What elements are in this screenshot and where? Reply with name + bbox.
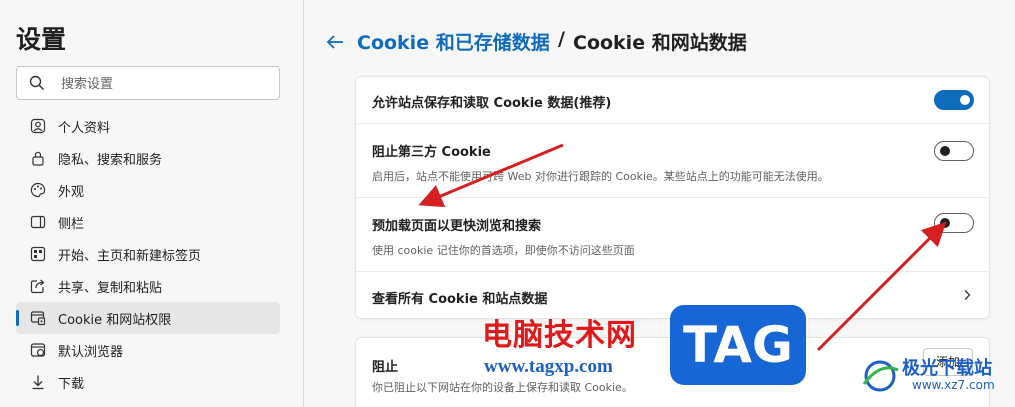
sidebar-item-label: 开始、主页和新建标签页 xyxy=(58,249,202,264)
setting-description: 启用后，站点不能使用可跨 Web 对你进行跟踪的 Cookie。某些站点上的功能… xyxy=(372,170,829,183)
sidebar-item-sidebar[interactable]: 侧栏 xyxy=(16,206,280,238)
search-icon xyxy=(29,75,45,91)
back-arrow-icon[interactable] xyxy=(325,32,345,52)
toggle-knob xyxy=(960,95,970,105)
sidebar-item-label: 外观 xyxy=(58,185,85,200)
sidebar-item-label: 隐私、搜索和服务 xyxy=(58,153,163,168)
sidebar-item-downloads[interactable]: 下载 xyxy=(16,366,280,398)
block-section-title: 阻止 xyxy=(372,360,399,375)
preload-pages-toggle[interactable] xyxy=(934,213,974,233)
sidebar-item-label: 默认浏览器 xyxy=(58,345,124,360)
sidebar-item-appearance[interactable]: 外观 xyxy=(16,174,280,206)
breadcrumb-link[interactable]: Cookie 和已存储数据 xyxy=(357,28,550,55)
setting-row-allow-cookies: 允许站点保存和读取 Cookie 数据(推荐) xyxy=(356,77,991,124)
setting-title: 允许站点保存和读取 Cookie 数据(推荐) xyxy=(372,96,612,111)
home-grid-icon xyxy=(30,246,46,262)
sidebar-item-profile[interactable]: 个人资料 xyxy=(16,110,280,142)
toggle-knob xyxy=(940,218,950,228)
breadcrumb-separator: / xyxy=(558,28,565,50)
main-content: Cookie 和已存储数据 / Cookie 和网站数据 允许站点保存和读取 C… xyxy=(305,0,1015,407)
sidebar-item-cookies-site-permissions[interactable]: Cookie 和网站权限 xyxy=(16,302,280,334)
profile-icon xyxy=(30,118,46,134)
sidebar-item-label: 个人资料 xyxy=(58,121,111,136)
block-third-party-toggle[interactable] xyxy=(934,141,974,161)
browser-icon xyxy=(30,343,46,357)
block-cookies-card: 阻止 你已阻止以下网站在你的设备上保存和读取 Cookie。 添加 xyxy=(355,337,990,407)
toggle-knob xyxy=(940,146,950,156)
site-permissions-icon xyxy=(30,311,46,326)
sidebar-item-label: Cookie 和网站权限 xyxy=(58,313,172,328)
share-icon xyxy=(30,279,45,294)
sidebar-title: 设置 xyxy=(16,25,67,54)
sidebar-icon xyxy=(30,215,46,229)
sidebar-item-label: 下载 xyxy=(58,377,85,392)
sidebar-item-default-browser[interactable]: 默认浏览器 xyxy=(16,334,280,366)
setting-row-block-third-party: 阻止第三方 Cookie 启用后，站点不能使用可跨 Web 对你进行跟踪的 Co… xyxy=(356,124,991,198)
block-section-description: 你已阻止以下网站在你的设备上保存和读取 Cookie。 xyxy=(372,381,633,394)
setting-title: 阻止第三方 Cookie xyxy=(372,145,491,160)
download-icon xyxy=(32,375,44,390)
cookie-settings-card: 允许站点保存和读取 Cookie 数据(推荐) 阻止第三方 Cookie 启用后… xyxy=(355,76,991,319)
setting-row-see-all-cookies[interactable]: 查看所有 Cookie 和站点数据 xyxy=(356,272,991,319)
setting-description: 使用 cookie 记住你的首选项，即使你不访问这些页面 xyxy=(372,244,635,257)
sidebar-item-label: 侧栏 xyxy=(58,217,85,232)
search-box[interactable] xyxy=(16,66,280,100)
page-title: Cookie 和网站数据 xyxy=(573,32,747,54)
setting-title: 预加载页面以更快浏览和搜索 xyxy=(372,219,542,234)
lock-icon xyxy=(32,151,44,166)
setting-title: 查看所有 Cookie 和站点数据 xyxy=(372,292,548,307)
settings-nav: 个人资料 隐私、搜索和服务 外观 侧栏 开始、主页和新建标签页 共享、复制和粘贴… xyxy=(16,110,280,398)
search-input[interactable] xyxy=(61,73,271,95)
sidebar-item-start-home-newtab[interactable]: 开始、主页和新建标签页 xyxy=(16,238,280,270)
setting-row-preload-pages: 预加载页面以更快浏览和搜索 使用 cookie 记住你的首选项，即使你不访问这些… xyxy=(356,198,991,272)
sidebar-item-privacy[interactable]: 隐私、搜索和服务 xyxy=(16,142,280,174)
sidebar-item-share-copy-paste[interactable]: 共享、复制和粘贴 xyxy=(16,270,280,302)
palette-icon xyxy=(30,182,46,198)
allow-cookies-toggle[interactable] xyxy=(934,90,974,110)
settings-sidebar: 设置 个人资料 隐私、搜索和服务 xyxy=(0,0,304,407)
sidebar-item-label: 共享、复制和粘贴 xyxy=(58,281,163,296)
chevron-right-icon xyxy=(964,290,971,300)
add-button[interactable]: 添加 xyxy=(923,348,973,376)
